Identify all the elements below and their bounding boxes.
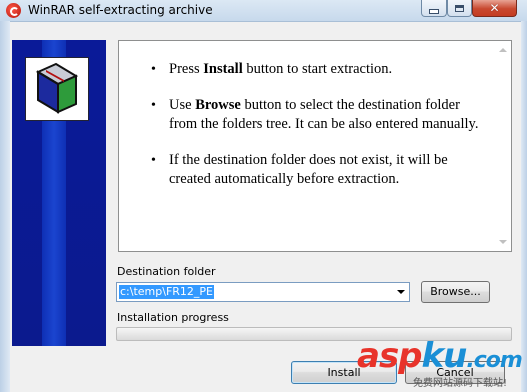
- chevron-down-icon[interactable]: [397, 290, 405, 294]
- instruction-text: Press: [169, 61, 204, 77]
- minimize-button[interactable]: [421, 0, 447, 17]
- bullet-icon: •: [151, 62, 156, 77]
- winrar-app-icon: [6, 3, 21, 18]
- maximize-button[interactable]: [447, 0, 472, 17]
- scroll-up-icon[interactable]: [499, 48, 507, 52]
- installation-progress-bar: [116, 327, 512, 341]
- bullet-icon: •: [151, 153, 156, 168]
- instructions-scrollbar[interactable]: [493, 41, 511, 251]
- installation-progress-label: Installation progress: [117, 311, 229, 324]
- archive-box-icon: [35, 62, 79, 114]
- maximize-icon: [455, 4, 464, 12]
- window-frame-left: [0, 21, 10, 392]
- instruction-bold: Install: [203, 61, 243, 77]
- close-button[interactable]: ✕: [472, 0, 517, 17]
- minimize-icon: [429, 8, 439, 14]
- instructions-list: • Press Install button to start extracti…: [151, 60, 486, 206]
- instruction-text: If the destination folder does not exist…: [169, 152, 448, 187]
- destination-folder-label: Destination folder: [117, 265, 216, 278]
- bullet-icon: •: [151, 98, 156, 113]
- instruction-text: button to start extraction.: [242, 61, 393, 77]
- destination-folder-combobox[interactable]: c:\temp\FR12_PE: [116, 282, 410, 302]
- sfx-banner: [12, 40, 106, 346]
- instruction-item: • Press Install button to start extracti…: [151, 60, 486, 79]
- window-frame-right: [521, 21, 527, 392]
- destination-folder-value[interactable]: c:\temp\FR12_PE: [119, 285, 214, 299]
- scroll-down-icon[interactable]: [499, 240, 507, 244]
- cancel-button[interactable]: Cancel: [405, 361, 505, 384]
- browse-button[interactable]: Browse...: [421, 281, 490, 303]
- instruction-bold: Browse: [195, 97, 241, 113]
- instruction-text: Use: [169, 97, 196, 113]
- instruction-item: • Use Browse button to select the destin…: [151, 96, 486, 134]
- title-bar[interactable]: WinRAR self-extracting archive ✕: [0, 0, 527, 22]
- winrar-logo: [25, 57, 89, 121]
- close-icon: ✕: [489, 1, 500, 15]
- install-button[interactable]: Install: [291, 361, 397, 384]
- window-title: WinRAR self-extracting archive: [28, 3, 213, 17]
- instruction-item: • If the destination folder does not exi…: [151, 151, 486, 189]
- instructions-panel[interactable]: • Press Install button to start extracti…: [118, 40, 512, 252]
